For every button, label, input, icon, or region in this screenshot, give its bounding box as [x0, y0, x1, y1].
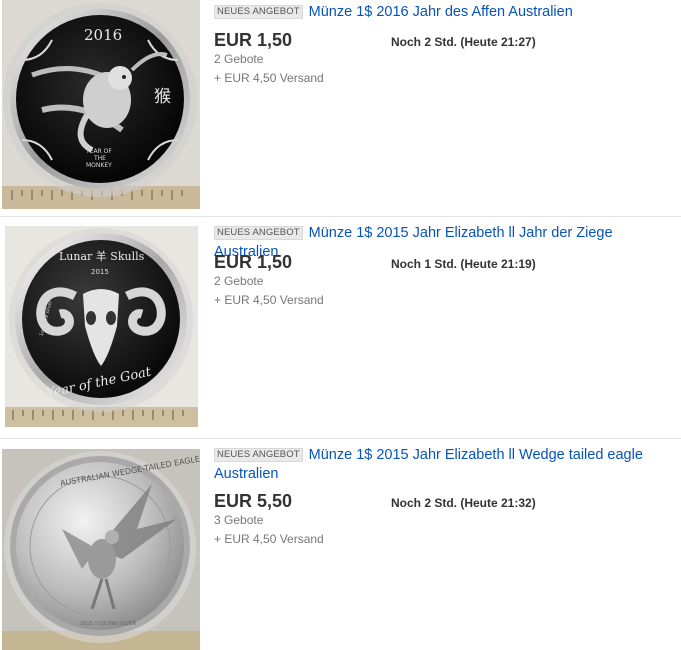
listing-price: EUR 1,50 — [214, 252, 293, 272]
listing-title-link[interactable]: Münze 1$ 2016 Jahr des Affen Australien — [309, 4, 573, 20]
listing-thumbnail[interactable]: Lunar 羊 Skulls 2015 Year of the Goat 1oz… — [5, 226, 198, 427]
bid-count: 3 Gebote — [214, 513, 264, 527]
svg-text:THE: THE — [93, 155, 106, 162]
svg-text:2015 1 OZ 999 SILVER: 2015 1 OZ 999 SILVER — [80, 621, 137, 627]
monkey-coin-image: 2016 猴 YEAR OF THE MONKEY — [2, 0, 200, 209]
listing-price: EUR 5,50 — [214, 491, 293, 511]
goat-skull-coin-image: Lunar 羊 Skulls 2015 Year of the Goat 1oz… — [5, 226, 198, 427]
listing-item: Lunar 羊 Skulls 2015 Year of the Goat 1oz… — [0, 217, 681, 439]
listing-title-row: NEUES ANGEBOT Münze 1$ 2015 Jahr Elizabe… — [214, 446, 654, 484]
listing-item: 2016 猴 YEAR OF THE MONKEY NEUES ANGEBOT … — [0, 0, 681, 216]
time-remaining: Noch 1 Std. (Heute 21:19) — [391, 257, 536, 271]
bid-count: 2 Gebote — [214, 52, 264, 66]
listing-item: AUSTRALIAN WEDGE-TAILED EAGLE 2015 1 OZ … — [0, 439, 681, 650]
listing-thumbnail[interactable]: AUSTRALIAN WEDGE-TAILED EAGLE 2015 1 OZ … — [2, 449, 200, 650]
new-listing-badge: NEUES ANGEBOT — [214, 226, 303, 240]
svg-text:2015: 2015 — [91, 268, 109, 276]
listing-thumbnail[interactable]: 2016 猴 YEAR OF THE MONKEY — [2, 0, 200, 209]
shipping-cost: + EUR 4,50 Versand — [214, 532, 324, 546]
new-listing-badge: NEUES ANGEBOT — [214, 5, 303, 19]
svg-text:猴: 猴 — [154, 87, 171, 107]
listing-title-row: NEUES ANGEBOT Münze 1$ 2016 Jahr des Aff… — [214, 3, 573, 22]
new-listing-badge: NEUES ANGEBOT — [214, 448, 303, 462]
svg-text:MONKEY: MONKEY — [86, 162, 112, 169]
svg-text:2016: 2016 — [84, 26, 122, 44]
bid-count: 2 Gebote — [214, 274, 264, 288]
shipping-cost: + EUR 4,50 Versand — [214, 71, 324, 85]
svg-text:Lunar 羊 Skulls: Lunar 羊 Skulls — [59, 249, 145, 263]
listing-price: EUR 1,50 — [214, 30, 293, 50]
svg-text:YEAR OF: YEAR OF — [85, 148, 112, 155]
time-remaining: Noch 2 Std. (Heute 21:27) — [391, 35, 536, 49]
time-remaining: Noch 2 Std. (Heute 21:32) — [391, 496, 536, 510]
eagle-coin-image: AUSTRALIAN WEDGE-TAILED EAGLE 2015 1 OZ … — [2, 449, 200, 650]
shipping-cost: + EUR 4,50 Versand — [214, 293, 324, 307]
